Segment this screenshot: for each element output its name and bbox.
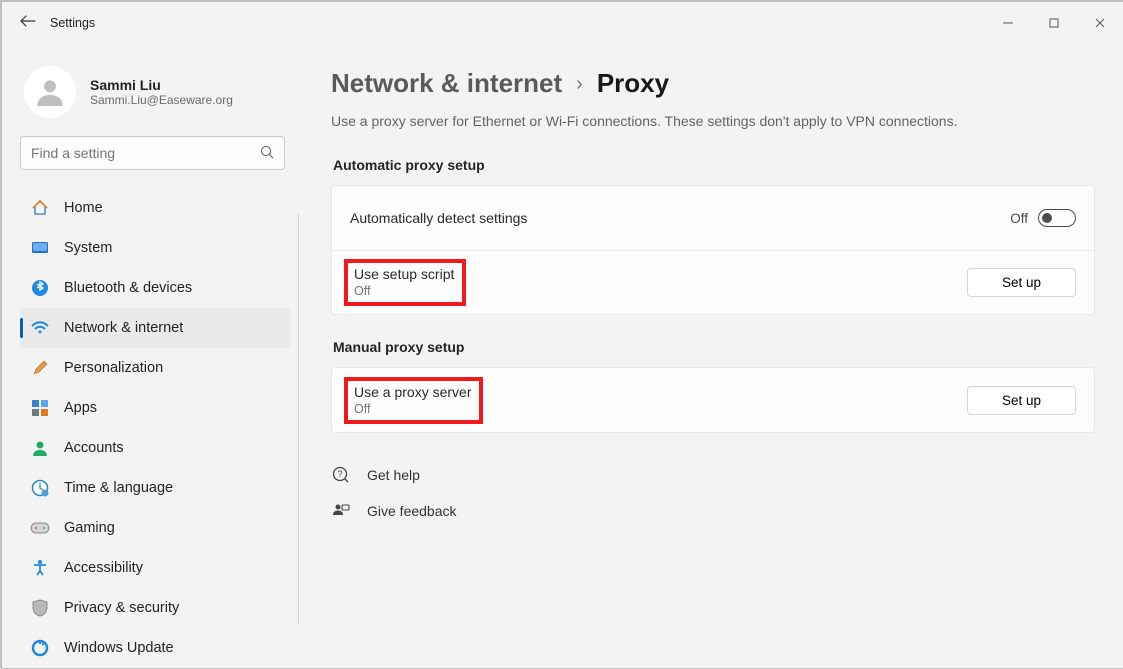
nav-bluetooth[interactable]: Bluetooth & devices bbox=[20, 268, 291, 308]
app-title: Settings bbox=[50, 16, 95, 30]
setup-script-label: Use setup script bbox=[354, 266, 454, 282]
breadcrumb-current: Proxy bbox=[597, 68, 669, 99]
maximize-button[interactable] bbox=[1031, 2, 1077, 44]
help-icon: ? bbox=[331, 466, 351, 484]
toggle-switch-icon bbox=[1038, 209, 1076, 227]
avatar bbox=[24, 66, 76, 118]
highlight-box: Use setup script Off bbox=[344, 259, 466, 306]
nav-label: Time & language bbox=[64, 480, 173, 496]
search-box[interactable] bbox=[20, 136, 285, 170]
highlight-box: Use a proxy server Off bbox=[344, 377, 483, 424]
clock-icon bbox=[30, 478, 50, 498]
manual-card: Use a proxy server Off Set up bbox=[331, 367, 1095, 433]
toggle-state-text: Off bbox=[1010, 211, 1028, 226]
nav-label: Accessibility bbox=[64, 560, 143, 576]
nav-label: Accounts bbox=[64, 440, 124, 456]
proxy-server-button[interactable]: Set up bbox=[967, 386, 1076, 415]
feedback-icon bbox=[331, 502, 351, 520]
sidebar: Sammi Liu Sammi.Liu@Easeware.org Home Sy… bbox=[2, 44, 299, 669]
account-card[interactable]: Sammi Liu Sammi.Liu@Easeware.org bbox=[24, 66, 291, 118]
setup-script-row: Use setup script Off Set up bbox=[332, 250, 1094, 314]
automatic-card: Automatically detect settings Off Use se… bbox=[331, 185, 1095, 315]
system-icon bbox=[30, 238, 50, 258]
window-controls bbox=[985, 2, 1123, 44]
search-input[interactable] bbox=[29, 144, 260, 162]
nav-label: Bluetooth & devices bbox=[64, 280, 192, 296]
home-icon bbox=[30, 198, 50, 218]
nav-label: Privacy & security bbox=[64, 600, 179, 616]
breadcrumb: Network & internet › Proxy bbox=[331, 68, 1095, 99]
sidebar-separator bbox=[298, 214, 299, 625]
wifi-icon bbox=[30, 318, 50, 338]
accessibility-icon bbox=[30, 558, 50, 578]
nav-label: Personalization bbox=[64, 360, 163, 376]
give-feedback-link[interactable]: Give feedback bbox=[331, 493, 1095, 529]
automatic-section-header: Automatic proxy setup bbox=[333, 157, 1095, 173]
get-help-link[interactable]: ? Get help bbox=[331, 457, 1095, 493]
nav-label: Home bbox=[64, 200, 103, 216]
nav-label: System bbox=[64, 240, 112, 256]
proxy-server-status: Off bbox=[354, 402, 471, 416]
nav-network[interactable]: Network & internet bbox=[20, 308, 291, 348]
titlebar: Settings bbox=[2, 2, 1123, 44]
nav-label: Network & internet bbox=[64, 320, 183, 336]
manual-section-header: Manual proxy setup bbox=[333, 339, 1095, 355]
nav-privacy[interactable]: Privacy & security bbox=[20, 588, 291, 628]
nav-label: Windows Update bbox=[64, 640, 174, 656]
nav-accounts[interactable]: Accounts bbox=[20, 428, 291, 468]
close-button[interactable] bbox=[1077, 2, 1123, 44]
nav-accessibility[interactable]: Accessibility bbox=[20, 548, 291, 588]
nav-system[interactable]: System bbox=[20, 228, 291, 268]
page-description: Use a proxy server for Ethernet or Wi-Fi… bbox=[331, 113, 1095, 129]
proxy-server-row: Use a proxy server Off Set up bbox=[332, 368, 1094, 432]
nav-apps[interactable]: Apps bbox=[20, 388, 291, 428]
nav-label: Gaming bbox=[64, 520, 115, 536]
proxy-server-label: Use a proxy server bbox=[354, 384, 471, 400]
accounts-icon bbox=[30, 438, 50, 458]
brush-icon bbox=[30, 358, 50, 378]
auto-detect-row: Automatically detect settings Off bbox=[332, 186, 1094, 250]
auto-detect-toggle[interactable]: Off bbox=[1010, 209, 1076, 227]
breadcrumb-parent[interactable]: Network & internet bbox=[331, 68, 562, 99]
setup-script-status: Off bbox=[354, 284, 454, 298]
shield-icon bbox=[30, 598, 50, 618]
nav-label: Apps bbox=[64, 400, 97, 416]
user-name: Sammi Liu bbox=[90, 77, 233, 93]
minimize-button[interactable] bbox=[985, 2, 1031, 44]
chevron-right-icon: › bbox=[576, 73, 583, 96]
get-help-label: Get help bbox=[367, 467, 420, 483]
nav-time-language[interactable]: Time & language bbox=[20, 468, 291, 508]
update-icon bbox=[30, 638, 50, 658]
search-icon bbox=[260, 145, 274, 162]
main-content: Network & internet › Proxy Use a proxy s… bbox=[299, 44, 1123, 669]
back-button[interactable] bbox=[20, 14, 36, 32]
nav-home[interactable]: Home bbox=[20, 188, 291, 228]
user-email: Sammi.Liu@Easeware.org bbox=[90, 93, 233, 107]
setup-script-button[interactable]: Set up bbox=[967, 268, 1076, 297]
nav-windows-update[interactable]: Windows Update bbox=[20, 628, 291, 668]
apps-icon bbox=[30, 398, 50, 418]
nav-list: Home System Bluetooth & devices Network … bbox=[20, 188, 291, 668]
gaming-icon bbox=[30, 518, 50, 538]
bluetooth-icon bbox=[30, 278, 50, 298]
svg-text:?: ? bbox=[337, 469, 342, 479]
nav-personalization[interactable]: Personalization bbox=[20, 348, 291, 388]
auto-detect-label: Automatically detect settings bbox=[350, 210, 527, 226]
give-feedback-label: Give feedback bbox=[367, 503, 457, 519]
nav-gaming[interactable]: Gaming bbox=[20, 508, 291, 548]
